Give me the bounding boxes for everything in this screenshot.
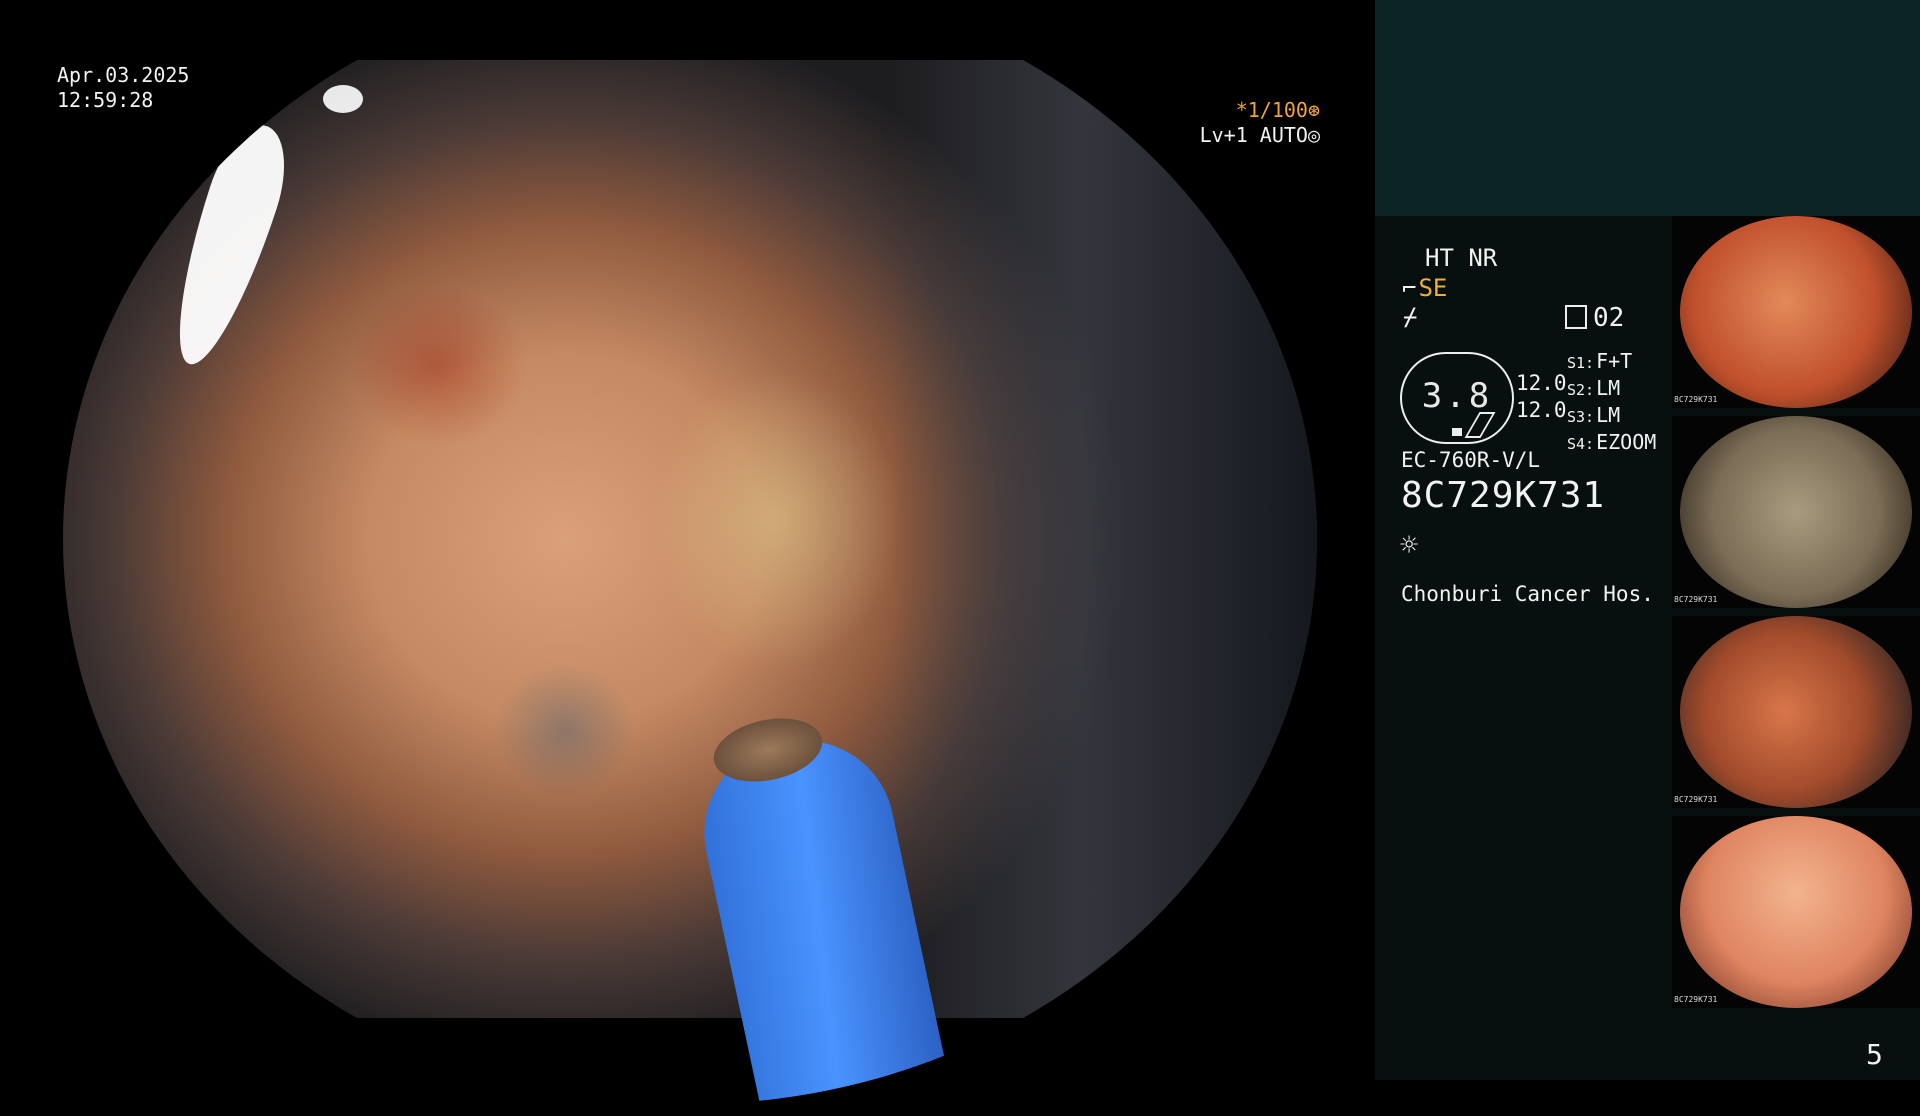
slot-value: LM xyxy=(1596,376,1621,400)
date-text: Apr.03.2025 xyxy=(57,63,190,87)
thumbnail-image xyxy=(1680,416,1912,608)
exposure-info: *1/100⊛ Lv+1 AUTO◎ xyxy=(1195,98,1320,148)
mucosa-shadow xyxy=(890,60,1317,1018)
thumbnail-image xyxy=(1680,816,1912,1008)
slot-3: S3: LM xyxy=(1567,403,1656,430)
specular-highlight xyxy=(156,115,300,375)
thumbnail-caption: 8C729K731 xyxy=(1674,795,1718,804)
thumbnail-3[interactable]: 8C729K731 xyxy=(1672,616,1920,808)
thumbnail-strip: 8C729K731 8C729K731 8C729K731 8C729K731 xyxy=(1672,216,1920,1016)
thumbnail-caption: 8C729K731 xyxy=(1674,995,1718,1004)
scope-slots: S1: F+T S2: LM S3: LM S4: EZOOM xyxy=(1567,349,1656,457)
slot-key: S1: xyxy=(1567,354,1595,372)
thumbnail-image xyxy=(1680,616,1912,808)
slot-key: S2: xyxy=(1567,381,1595,399)
brightness-level: Lv+1 AUTO xyxy=(1199,123,1308,147)
slot-value: EZOOM xyxy=(1596,430,1657,454)
slot-value: F+T xyxy=(1596,349,1633,373)
scope-angle-icon: ⌐ xyxy=(1402,274,1417,302)
scope-model: EC-760R-V/L xyxy=(1401,448,1541,472)
thumbnail-1[interactable]: 8C729K731 xyxy=(1672,216,1920,408)
thumbnail-caption: 8C729K731 xyxy=(1674,395,1718,404)
slot-value: LM xyxy=(1596,403,1621,427)
sun-icon: ☼ xyxy=(1400,528,1419,563)
specular-highlight-small xyxy=(323,85,363,113)
thumbnail-caption: 8C729K731 xyxy=(1674,595,1718,604)
se-label: SE xyxy=(1418,274,1448,302)
channel-number: 02 xyxy=(1593,303,1625,333)
panel-header-area xyxy=(1375,0,1920,216)
zoom-dial: 3.8 xyxy=(1400,352,1514,444)
hospital-name: Chonburi Cancer Hos. xyxy=(1401,582,1654,606)
filter-indicator: ⌿ xyxy=(1403,303,1418,331)
slot-key: S3: xyxy=(1567,408,1595,426)
slot-2: S2: LM xyxy=(1567,376,1656,403)
mode-flags: HT NR xyxy=(1425,244,1498,272)
shutter-speed: *1/100 xyxy=(1235,98,1308,122)
iris-icon: ◎ xyxy=(1307,123,1320,147)
value-column: 12.0 12.0 xyxy=(1516,370,1567,424)
endoscope-main-view xyxy=(63,60,1317,1105)
channel-indicator: 02 xyxy=(1565,303,1624,333)
page-number: 5 xyxy=(1866,1038,1883,1071)
se-mode: ⌐SE xyxy=(1402,274,1447,302)
scope-serial: 8C729K731 xyxy=(1401,475,1606,516)
dial-value: 3.8 xyxy=(1421,376,1493,416)
dial-mark xyxy=(1452,428,1462,436)
thumbnail-image xyxy=(1680,216,1912,408)
thumbnail-4[interactable]: 8C729K731 xyxy=(1672,816,1920,1008)
date-time: Apr.03.2025 12:59:28 xyxy=(57,63,189,113)
slot-4: S4: EZOOM xyxy=(1567,430,1656,457)
slot-key: S4: xyxy=(1567,435,1595,453)
thumbnail-2[interactable]: 8C729K731 xyxy=(1672,416,1920,608)
value-2: 12.0 xyxy=(1516,398,1567,422)
memory-icon xyxy=(1565,305,1587,329)
slot-1: S1: F+T xyxy=(1567,349,1656,376)
value-1: 12.0 xyxy=(1516,371,1567,395)
time-text: 12:59:28 xyxy=(57,88,154,112)
aperture-icon: ⊛ xyxy=(1307,98,1320,122)
